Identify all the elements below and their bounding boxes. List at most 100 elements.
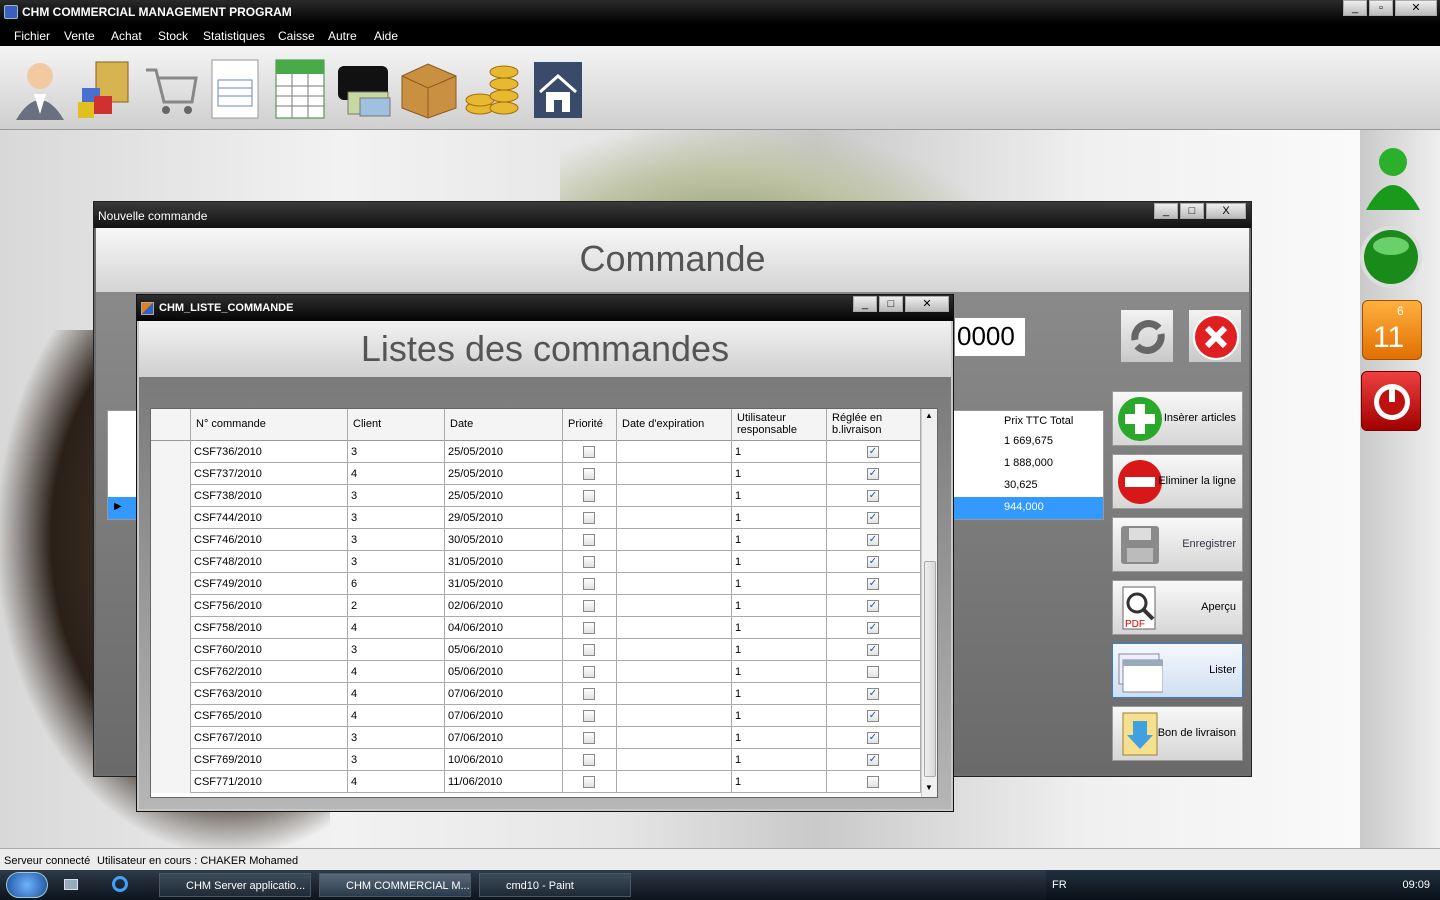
priority-checkbox[interactable] [583,490,595,502]
task-paint[interactable]: cmd10 - Paint [479,873,631,897]
cell-utilisateur[interactable]: 1 [732,705,827,727]
row-selector[interactable] [151,639,191,661]
start-button[interactable] [6,872,48,898]
preview-button[interactable]: PDF Aperçu [1112,580,1243,635]
paid-checkbox[interactable] [867,776,879,788]
restore-button[interactable]: ▫ [1369,0,1393,16]
list-button[interactable]: Lister [1112,643,1243,698]
cell-date-expiration[interactable] [617,485,732,507]
cell-date-expiration[interactable] [617,705,732,727]
row-selector[interactable] [151,661,191,683]
cell-num-commande[interactable]: CSF756/2010 [191,595,348,617]
paid-checkbox[interactable]: ✓ [867,446,879,458]
price-cell[interactable]: 1 888,000 [1004,457,1053,469]
cell-date[interactable]: 30/05/2010 [445,529,563,551]
cell-num-commande[interactable]: CSF769/2010 [191,749,348,771]
cell-client[interactable]: 3 [348,749,445,771]
cell-client[interactable]: 4 [348,617,445,639]
table-row[interactable]: CSF749/2010 6 31/05/2010 1 ✓ [151,573,921,595]
clock[interactable]: 09:09 [1402,879,1430,891]
cell-num-commande[interactable]: CSF749/2010 [191,573,348,595]
cell-num-commande[interactable]: CSF737/2010 [191,463,348,485]
cell-utilisateur[interactable]: 1 [732,727,827,749]
cell-num-commande[interactable]: CSF748/2010 [191,551,348,573]
cell-client[interactable]: 4 [348,683,445,705]
paid-checkbox[interactable]: ✓ [867,534,879,546]
price-cell[interactable]: 1 669,675 [1004,435,1053,447]
priority-checkbox[interactable] [583,622,595,634]
cell-utilisateur[interactable]: 1 [732,463,827,485]
power-icon[interactable] [1361,371,1421,431]
products-icon[interactable] [74,56,134,120]
cell-client[interactable]: 4 [348,771,445,793]
cell-date-expiration[interactable] [617,617,732,639]
cell-num-commande[interactable]: CSF746/2010 [191,529,348,551]
task-chm-commercial[interactable]: CHM COMMERCIAL M... [319,873,471,897]
cell-date-expiration[interactable] [617,683,732,705]
priority-checkbox[interactable] [583,600,595,612]
user-icon[interactable] [10,56,70,120]
row-selector[interactable] [151,485,191,507]
cell-date[interactable]: 11/06/2010 [445,771,563,793]
cell-date-expiration[interactable] [617,771,732,793]
paid-checkbox[interactable]: ✓ [867,754,879,766]
cell-date[interactable]: 25/05/2010 [445,463,563,485]
col-priorite[interactable]: Priorité [563,409,617,441]
close-button[interactable]: ✕ [1395,0,1437,16]
cell-utilisateur[interactable]: 1 [732,441,827,463]
cell-date-expiration[interactable] [617,749,732,771]
priority-checkbox[interactable] [583,446,595,458]
cell-client[interactable]: 3 [348,639,445,661]
priority-checkbox[interactable] [583,644,595,656]
table-row[interactable]: CSF758/2010 4 04/06/2010 1 ✓ [151,617,921,639]
cell-client[interactable]: 3 [348,485,445,507]
col-client[interactable]: Client [348,409,445,441]
spreadsheet-icon[interactable] [270,56,330,120]
paid-checkbox[interactable]: ✓ [867,490,879,502]
table-row[interactable]: CSF737/2010 4 25/05/2010 1 ✓ [151,463,921,485]
cell-date-expiration[interactable] [617,727,732,749]
cancel-button[interactable] [1188,309,1242,363]
priority-checkbox[interactable] [583,776,595,788]
cell-date-expiration[interactable] [617,639,732,661]
cell-date-expiration[interactable] [617,595,732,617]
priority-checkbox[interactable] [583,468,595,480]
cell-num-commande[interactable]: CSF771/2010 [191,771,348,793]
wallet-icon[interactable] [334,56,394,120]
cell-date-expiration[interactable] [617,463,732,485]
cell-utilisateur[interactable]: 1 [732,683,827,705]
cell-date[interactable]: 31/05/2010 [445,573,563,595]
row-selector[interactable] [151,551,191,573]
package-icon[interactable] [398,56,458,120]
cell-date[interactable]: 25/05/2010 [445,441,563,463]
paid-checkbox[interactable]: ✓ [867,710,879,722]
cell-num-commande[interactable]: CSF760/2010 [191,639,348,661]
cell-num-commande[interactable]: CSF738/2010 [191,485,348,507]
priority-checkbox[interactable] [583,688,595,700]
insert-articles-button[interactable]: Insèrer articles [1112,391,1243,446]
cell-date-expiration[interactable] [617,661,732,683]
commande-close-button[interactable]: X [1206,203,1246,219]
cell-num-commande[interactable]: CSF763/2010 [191,683,348,705]
cell-utilisateur[interactable]: 1 [732,617,827,639]
cell-utilisateur[interactable]: 1 [732,595,827,617]
cell-num-commande[interactable]: CSF758/2010 [191,617,348,639]
cell-client[interactable]: 4 [348,705,445,727]
table-row[interactable]: CSF767/2010 3 07/06/2010 1 ✓ [151,727,921,749]
menu-stock[interactable]: Stock [158,29,188,43]
cell-client[interactable]: 4 [348,661,445,683]
cell-utilisateur[interactable]: 1 [732,573,827,595]
paid-checkbox[interactable]: ✓ [867,644,879,656]
paid-checkbox[interactable]: ✓ [867,622,879,634]
menu-fichier[interactable]: Fichier [14,29,50,43]
priority-checkbox[interactable] [583,666,595,678]
commande-maximize-button[interactable]: □ [1180,203,1204,219]
paid-checkbox[interactable]: ✓ [867,468,879,480]
col-reglee[interactable]: Réglée en b.livraison [827,409,921,441]
coins-icon[interactable] [462,56,522,120]
table-row[interactable]: CSF765/2010 4 07/06/2010 1 ✓ [151,705,921,727]
paid-checkbox[interactable]: ✓ [867,578,879,590]
invoice-icon[interactable] [206,56,266,120]
cell-utilisateur[interactable]: 1 [732,507,827,529]
row-selector[interactable] [151,595,191,617]
